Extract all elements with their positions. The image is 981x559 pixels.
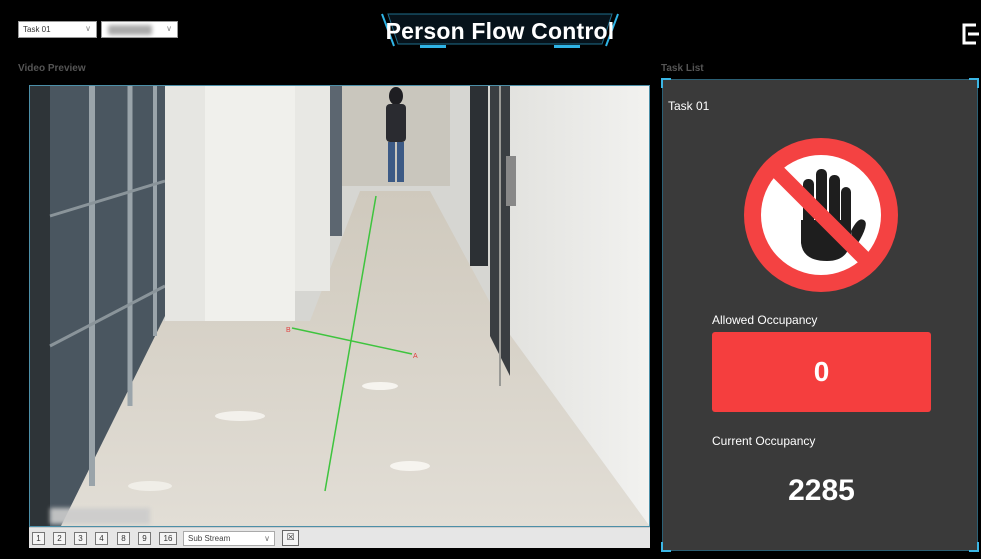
corner-decoration bbox=[661, 78, 671, 88]
corner-decoration bbox=[969, 542, 979, 552]
layout-1-button[interactable]: 1 bbox=[32, 532, 45, 545]
layout-4-button[interactable]: 4 bbox=[95, 532, 108, 545]
allowed-occupancy-value: 0 bbox=[712, 332, 931, 412]
video-toolbar: 1 2 3 4 8 9 16 Sub Stream ∨ ☒ bbox=[29, 527, 650, 548]
page-title: Person Flow Control bbox=[385, 18, 615, 44]
camera-frame: B A bbox=[30, 86, 649, 526]
layout-16-button[interactable]: 16 bbox=[159, 532, 177, 545]
stream-select[interactable]: Sub Stream ∨ bbox=[183, 531, 275, 546]
layout-8-button[interactable]: 8 bbox=[117, 532, 130, 545]
stream-select-value: Sub Stream bbox=[188, 534, 231, 543]
no-entry-hand-icon bbox=[741, 135, 901, 299]
close-window-icon[interactable]: ☒ bbox=[282, 530, 299, 546]
layout-3-button[interactable]: 3 bbox=[74, 532, 87, 545]
corner-decoration bbox=[969, 78, 979, 88]
task-select-value: Task 01 bbox=[23, 25, 51, 34]
layout-9-button[interactable]: 9 bbox=[138, 532, 151, 545]
chevron-down-icon: ∨ bbox=[85, 24, 91, 33]
video-preview-label: Video Preview bbox=[18, 63, 86, 74]
marker-b: B bbox=[286, 327, 291, 334]
video-preview[interactable]: B A bbox=[29, 85, 650, 527]
exit-icon[interactable] bbox=[960, 22, 980, 46]
chevron-down-icon: ∨ bbox=[166, 24, 172, 33]
current-occupancy-label: Current Occupancy bbox=[712, 434, 816, 448]
channel-select[interactable]: ∨ bbox=[101, 21, 178, 38]
task-select[interactable]: Task 01 ∨ bbox=[18, 21, 97, 38]
marker-a: A bbox=[413, 353, 418, 360]
channel-select-value bbox=[108, 24, 152, 35]
task-card: Task 01 Allowed Occupancy 0 Current Occu… bbox=[661, 78, 979, 552]
title-banner: Person Flow Control bbox=[380, 10, 620, 50]
chevron-down-icon: ∨ bbox=[264, 534, 270, 543]
task-name: Task 01 bbox=[668, 99, 710, 113]
task-list-label: Task List bbox=[661, 63, 704, 74]
allowed-occupancy-label: Allowed Occupancy bbox=[712, 313, 818, 327]
corner-decoration bbox=[661, 542, 671, 552]
current-occupancy-value: 2285 bbox=[788, 474, 855, 507]
layout-2-button[interactable]: 2 bbox=[53, 532, 66, 545]
